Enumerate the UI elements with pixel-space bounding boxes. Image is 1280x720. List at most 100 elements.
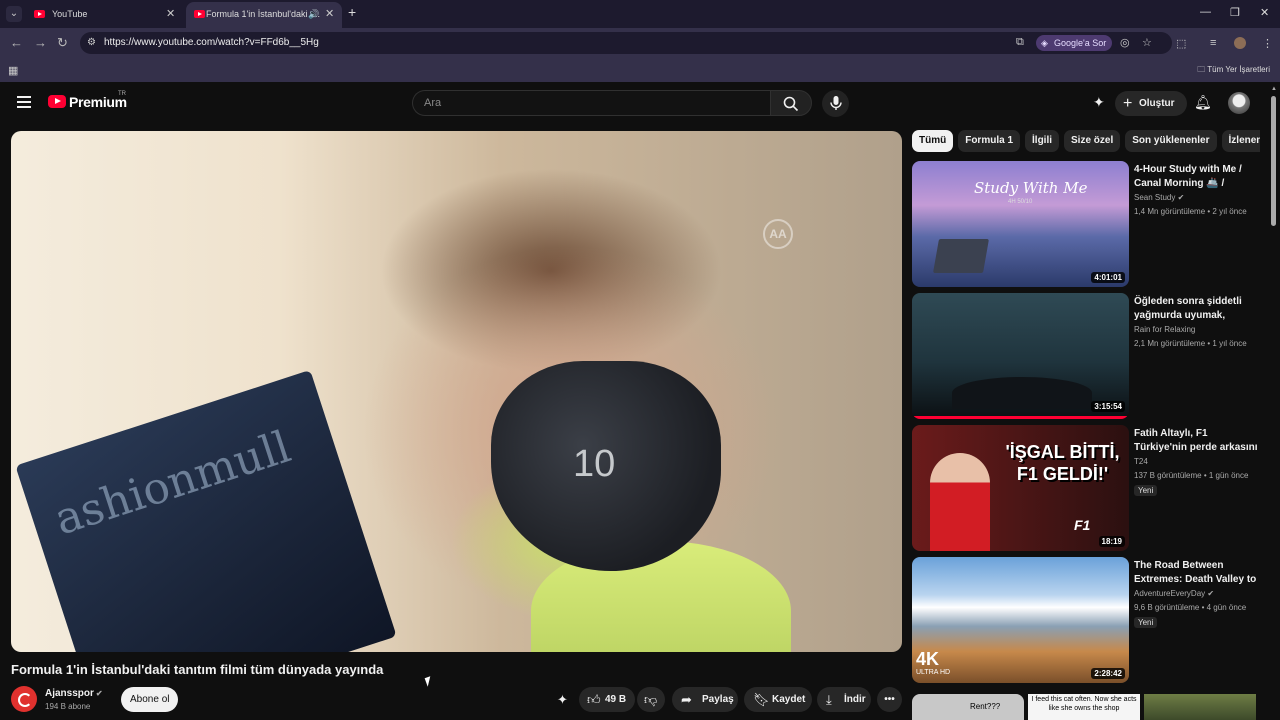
- magazine-text: ashionmull: [48, 421, 297, 546]
- youtube-play-icon: [48, 95, 66, 108]
- youtube-favicon-icon: [34, 10, 45, 18]
- voice-search-button[interactable]: [822, 90, 849, 117]
- create-button[interactable]: + Oluştur: [1115, 91, 1187, 116]
- duration-badge: 3:15:54: [1091, 401, 1125, 412]
- share-icon: ➦: [681, 692, 692, 707]
- close-window-icon[interactable]: ✕: [1260, 6, 1269, 19]
- verified-icon: ✔: [1177, 193, 1185, 202]
- new-tab-button[interactable]: +: [348, 4, 356, 20]
- short-thumbnail[interactable]: Rent???: [912, 694, 1024, 720]
- verified-icon: ✔: [95, 689, 103, 698]
- channel-name[interactable]: Ajansspor ✔: [45, 688, 103, 699]
- apps-grid-icon[interactable]: ▦: [8, 64, 18, 77]
- bookmark-star-icon[interactable]: ☆: [1142, 36, 1152, 49]
- site-info-icon[interactable]: ⚙: [87, 37, 96, 48]
- recommended-video[interactable]: 3:15:54 Öğleden sonra şiddetli yağmurda …: [912, 293, 1262, 419]
- video-thumbnail[interactable]: 4K ULTRA HD 2:28:42: [912, 557, 1129, 683]
- recommended-video[interactable]: 'İŞGAL BİTTİ, F1 GELDİ!' F1 18:19 Fatih …: [912, 425, 1262, 551]
- duration-badge: 4:01:01: [1091, 272, 1125, 283]
- recommended-title[interactable]: 4-Hour Study with Me / Canal Morning 🚢 /…: [1134, 163, 1262, 191]
- recommended-title[interactable]: The Road Between Extremes: Death Valley …: [1134, 559, 1262, 587]
- eye-off-icon[interactable]: ◎: [1120, 36, 1130, 49]
- recommended-video[interactable]: Study With Me 4H 50/10 4:01:01 4-Hour St…: [912, 161, 1262, 287]
- reload-icon[interactable]: ↻: [57, 35, 68, 51]
- all-bookmarks-label: Tüm Yer İşaretleri: [1207, 65, 1270, 74]
- extensions-icon[interactable]: ⬚: [1176, 37, 1186, 50]
- duration-badge: 18:19: [1098, 536, 1125, 547]
- recommended-channel: T24: [1134, 457, 1148, 466]
- search-input[interactable]: [413, 91, 770, 115]
- download-icon: ⤓: [826, 692, 832, 707]
- video-thumbnail[interactable]: 'İŞGAL BİTTİ, F1 GELDİ!' F1 18:19: [912, 425, 1129, 551]
- folder-icon: 🗀: [1197, 65, 1208, 74]
- subscribe-button[interactable]: Abone ol: [121, 687, 179, 712]
- close-icon[interactable]: ✕: [166, 2, 175, 26]
- thumbnail-laptop: [933, 239, 989, 273]
- channel-avatar[interactable]: [11, 686, 37, 712]
- video-thumbnail[interactable]: Study With Me 4H 50/10 4:01:01: [912, 161, 1129, 287]
- menu-icon[interactable]: [17, 96, 31, 108]
- tab-title: YouTube: [52, 9, 88, 19]
- search-box: [412, 90, 770, 116]
- thumbs-up-icon: 👍︎: [587, 692, 601, 707]
- plus-icon: +: [1123, 95, 1133, 112]
- dislike-button[interactable]: 👎︎: [637, 687, 665, 712]
- short-thumbnail[interactable]: [1144, 694, 1256, 720]
- more-menu-icon[interactable]: ⋮: [1262, 37, 1273, 50]
- recommended-meta: 2,1 Mn görüntüleme • 1 yıl önce: [1134, 339, 1247, 348]
- chip-watched[interactable]: İzlenenler: [1221, 130, 1260, 152]
- youtube-favicon-icon: [194, 10, 205, 18]
- browser-tab-youtube[interactable]: YouTube ✕: [20, 2, 182, 28]
- new-badge: Yeni: [1134, 617, 1158, 628]
- cast-icon[interactable]: ⧉: [1016, 36, 1024, 49]
- save-button[interactable]: 🔖︎ Kaydet: [744, 687, 812, 712]
- video-thumbnail[interactable]: 3:15:54: [912, 293, 1129, 419]
- like-button[interactable]: 👍︎ 49 B: [579, 687, 635, 712]
- recommended-title[interactable]: Öğleden sonra şiddetli yağmurda uyumak, …: [1134, 295, 1262, 323]
- forward-icon[interactable]: →: [34, 35, 47, 50]
- page-scrollbar[interactable]: [1271, 96, 1276, 226]
- notifications-bell-icon[interactable]: 🔔︎: [1194, 94, 1212, 111]
- chip-all[interactable]: Tümü: [912, 130, 954, 152]
- subscriber-count: 194 B abone: [45, 702, 91, 711]
- chip-for-you[interactable]: Size özel: [1064, 130, 1121, 152]
- download-label: İndir: [844, 694, 866, 705]
- new-badge: Yeni: [1134, 485, 1158, 496]
- thumbnail-dashboard: [952, 377, 1092, 409]
- close-icon[interactable]: ✕: [325, 2, 334, 26]
- bookmark-icon: 🔖︎: [753, 692, 770, 707]
- google-ask-button[interactable]: Google'a Sor: [1036, 35, 1113, 51]
- back-icon[interactable]: ←: [10, 35, 23, 50]
- restore-icon[interactable]: ❐: [1230, 6, 1240, 19]
- verified-icon: ✔: [1207, 589, 1215, 598]
- chip-recent[interactable]: Son yüklenenler: [1125, 130, 1217, 152]
- more-actions-button[interactable]: •••: [877, 687, 902, 712]
- share-button[interactable]: ➦ Paylaş: [672, 687, 738, 712]
- chip-related[interactable]: İlgili: [1025, 130, 1060, 152]
- all-bookmarks-button[interactable]: 🗀 Tüm Yer İşaretleri: [1197, 64, 1270, 78]
- address-bar[interactable]: ⚙ https://www.youtube.com/watch?v=FFd6b_…: [80, 32, 1172, 54]
- minimize-icon[interactable]: —: [1200, 6, 1211, 18]
- video-player[interactable]: ashionmull 10 AA: [11, 131, 902, 652]
- reading-list-icon[interactable]: ≡: [1210, 37, 1216, 49]
- speaker-icon[interactable]: 🔊: [308, 2, 319, 26]
- logo-region: TR: [118, 91, 126, 97]
- recommended-title[interactable]: Fatih Altaylı, F1 Türkiye'nin perde arka…: [1134, 427, 1262, 455]
- recommended-meta: 1,4 Mn görüntüleme • 2 yıl önce: [1134, 207, 1247, 216]
- download-button[interactable]: ⤓ İndir: [817, 687, 871, 712]
- short-thumbnail[interactable]: I feed this cat often. Now she acts like…: [1028, 694, 1140, 720]
- thumbnail-text: 4K: [916, 649, 940, 669]
- browser-tab-active[interactable]: Formula 1'in İstanbul'daki t... 🔊 ✕: [186, 2, 342, 28]
- search-button[interactable]: [770, 90, 812, 116]
- ask-ai-icon[interactable]: ✦: [557, 692, 568, 708]
- browser-tab-bar: ⌄ YouTube ✕ Formula 1'in İstanbul'daki t…: [0, 0, 1280, 28]
- thumbnail-text: 'İŞGAL BİTTİ, F1 GELDİ!': [1005, 442, 1120, 484]
- like-count: 49 B: [605, 694, 627, 705]
- chip-formula-1[interactable]: Formula 1: [958, 130, 1021, 152]
- profile-avatar[interactable]: [1234, 37, 1246, 49]
- account-avatar[interactable]: [1228, 92, 1250, 114]
- recommended-meta: 137 B görüntüleme • 1 gün önce: [1134, 471, 1249, 480]
- ai-sparkle-icon[interactable]: ✦: [1093, 94, 1105, 111]
- recommended-video[interactable]: 4K ULTRA HD 2:28:42 The Road Between Ext…: [912, 557, 1262, 683]
- scroll-up-arrow[interactable]: ▲: [1271, 86, 1277, 92]
